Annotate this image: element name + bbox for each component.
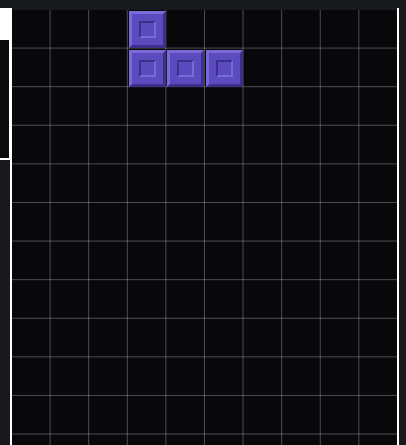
side-panel: [0, 40, 10, 160]
piece-block: [206, 50, 243, 87]
piece-block: [167, 50, 204, 87]
piece-block-bevel: [177, 60, 194, 77]
piece-block-bevel: [139, 60, 156, 77]
piece-block: [129, 11, 166, 48]
game-screen: [0, 0, 406, 445]
side-panel-header: [0, 8, 10, 40]
piece-block: [129, 50, 166, 87]
board-right-border: [397, 8, 399, 445]
piece-block-bevel: [216, 60, 233, 77]
piece-block-bevel: [139, 21, 156, 38]
game-board[interactable]: [12, 10, 397, 445]
